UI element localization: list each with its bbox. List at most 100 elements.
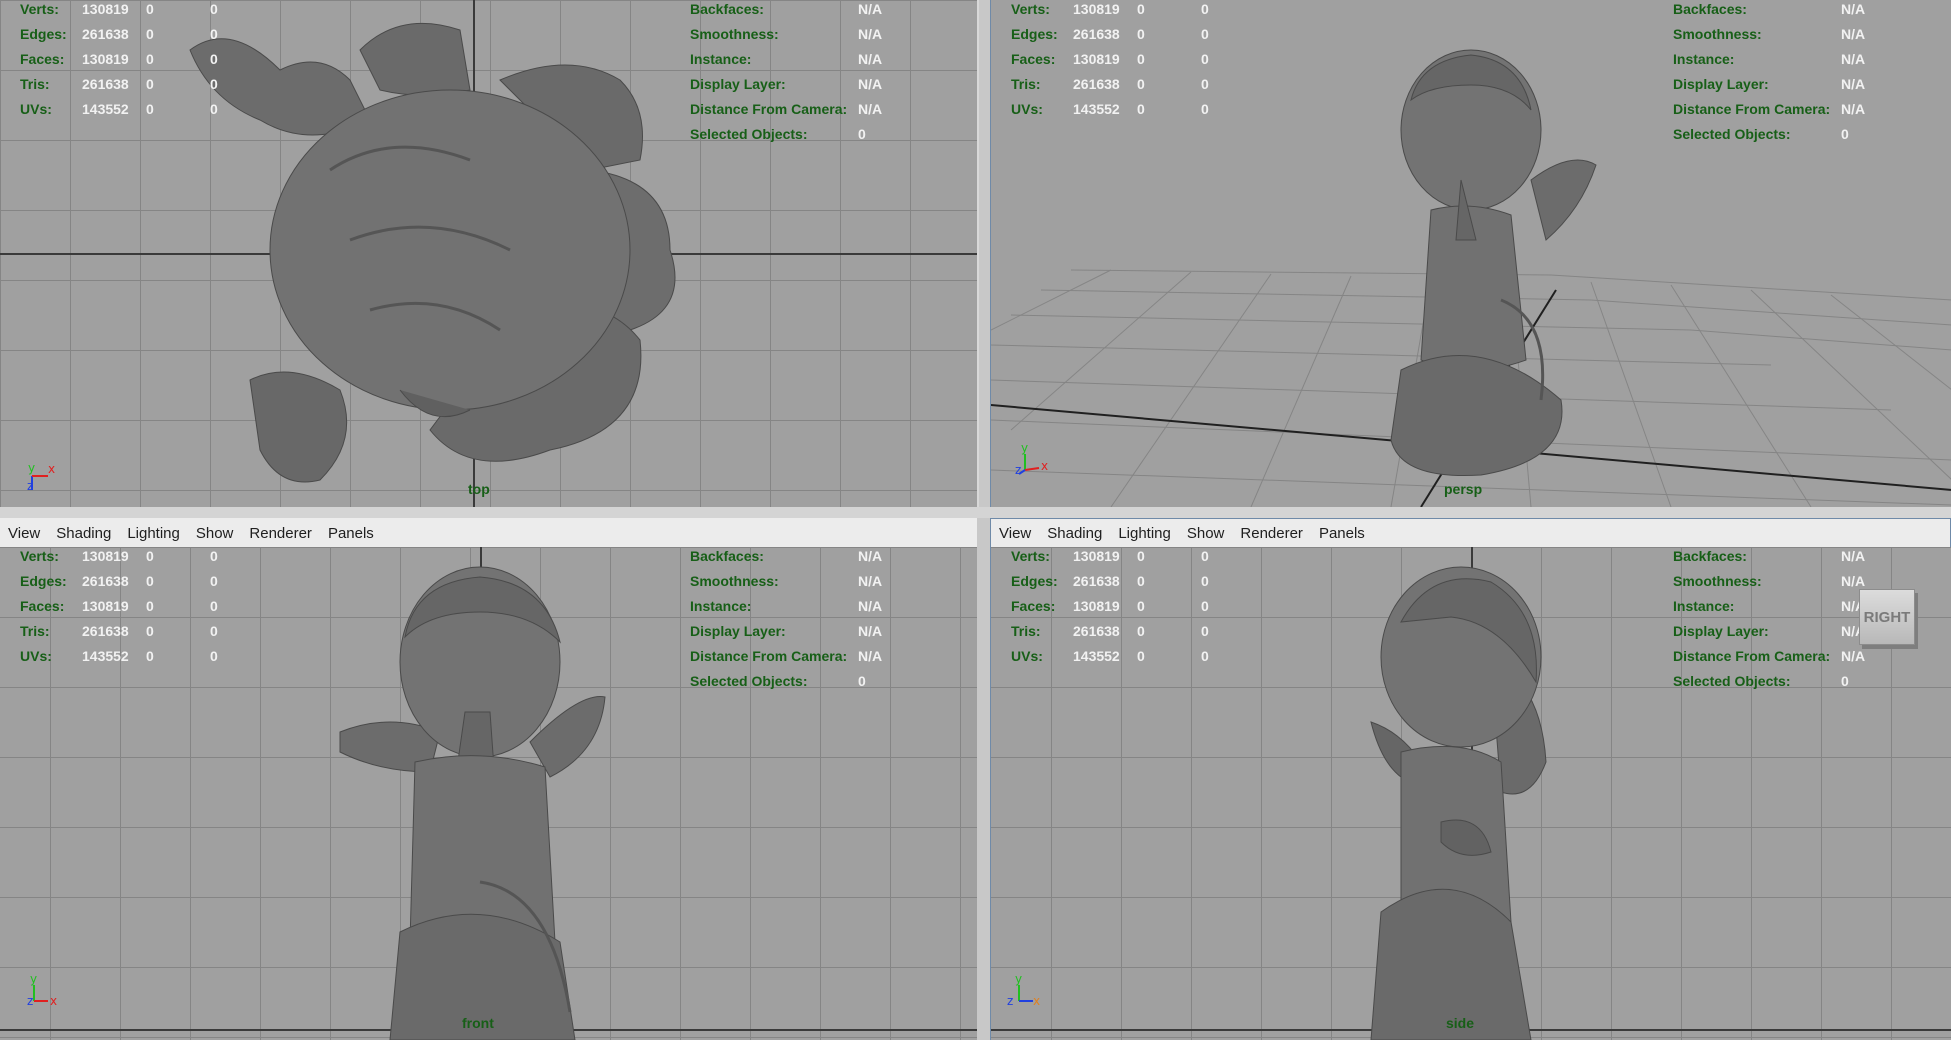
hud-stat-value: 261638 [82,573,129,589]
hud-info-row: Backfaces: N/A [690,547,882,569]
hud-stat-value: 0 [1137,648,1145,664]
hud-info-label: Instance: [690,51,752,67]
poly-count-hud: Verts: 130819 0 0 Edges: 261638 0 0 Faces: 130819… [1011,0,1263,122]
hud-stat-row: Verts: 130819 0 0 [20,547,272,569]
hud-info-value: N/A [858,26,883,42]
svg-text:x: x [1033,994,1040,1008]
hud-stat-value: 0 [1137,1,1145,17]
menu-show[interactable]: Show [188,525,242,542]
menu-renderer[interactable]: Renderer [1232,525,1311,542]
hud-info-row: Display Layer: N/A [1673,72,1865,97]
viewport-front[interactable]: Verts: 130819 0 0 Edges: 261638 0 0 Faces: 130819… [0,547,977,1040]
svg-text:x: x [50,994,57,1008]
axis-indicator-front: y x z [27,972,57,1008]
hud-stat-label: Edges: [1011,573,1058,589]
hud-stat-value: 0 [146,51,154,67]
hud-stat-label: UVs: [1011,648,1043,664]
hud-info-value: N/A [1841,51,1866,67]
hud-stat-row: Verts: 130819 0 0 [20,0,272,22]
hud-stat-value: 0 [1201,548,1209,564]
camera-label-side: side [1446,1015,1475,1031]
hud-stat-row: Verts: 130819 0 0 [1011,547,1263,569]
hud-stat-row: Faces: 130819 0 0 [20,47,272,72]
hud-stat-label: Faces: [20,51,65,67]
camera-label-front: front [462,1015,494,1031]
hud-stat-value: 0 [1201,51,1209,67]
hud-stat-value: 130819 [82,51,129,67]
hud-info-row: Distance From Camera: N/A [1673,97,1865,122]
hud-stat-label: Edges: [20,26,67,42]
hud-info-label: Display Layer: [690,76,786,92]
hud-stat-value: 0 [210,623,218,639]
view-cube[interactable]: RIGHT [1859,589,1915,645]
hud-info-row: Instance: N/A [690,594,882,619]
viewport-persp[interactable]: Verts: 130819 0 0 Edges: 261638 0 0 Faces: 130819… [990,0,1951,507]
menu-lighting[interactable]: Lighting [119,525,188,542]
hud-stat-label: Faces: [1011,51,1056,67]
menu-shading[interactable]: Shading [48,525,119,542]
hud-info-label: Selected Objects: [690,673,808,689]
hud-info-value: 0 [858,126,866,142]
hud-info-value: N/A [858,598,883,614]
hud-stat-value: 0 [1201,598,1209,614]
hud-stat-label: Verts: [20,1,59,17]
menu-shading[interactable]: Shading [1039,525,1110,542]
hud-stat-row: UVs: 143552 0 0 [1011,97,1263,122]
hud-stat-row: Edges: 261638 0 0 [1011,569,1263,594]
hud-info-value: N/A [1841,26,1866,42]
hud-stat-row: Verts: 130819 0 0 [1011,0,1263,22]
hud-stat-label: Verts: [20,548,59,564]
svg-text:y: y [1015,972,1022,986]
model-side-view [1370,566,1547,1040]
hud-stat-label: Tris: [20,623,50,639]
hud-info-row: Distance From Camera: N/A [690,644,882,669]
hud-stat-value: 0 [210,648,218,664]
hud-info-label: Display Layer: [690,623,786,639]
poly-count-hud: Verts: 130819 0 0 Edges: 261638 0 0 Faces: 130819… [20,0,272,122]
menu-renderer[interactable]: Renderer [241,525,320,542]
hud-info-row: Display Layer: N/A [690,72,882,97]
hud-stat-value: 0 [1201,573,1209,589]
hud-stat-value: 0 [1201,26,1209,42]
hud-stat-value: 0 [1201,101,1209,117]
hud-stat-value: 0 [210,76,218,92]
hud-info-label: Instance: [690,598,752,614]
hud-stat-label: UVs: [20,648,52,664]
hud-info-label: Smoothness: [690,573,779,589]
hud-stat-row: Faces: 130819 0 0 [1011,594,1263,619]
hud-info-value: N/A [1841,648,1866,664]
menu-show[interactable]: Show [1179,525,1233,542]
hud-info-label: Smoothness: [1673,26,1762,42]
hud-stat-row: UVs: 143552 0 0 [1011,644,1263,669]
hud-stat-row: UVs: 143552 0 0 [20,97,272,122]
hud-stat-value: 0 [146,548,154,564]
object-info-hud: Backfaces: N/A Smoothness: N/A Instance: N/A D… [1673,0,1865,147]
hud-stat-label: Verts: [1011,548,1050,564]
hud-info-value: 0 [858,673,866,689]
svg-text:z: z [27,479,33,493]
hud-stat-value: 0 [146,648,154,664]
svg-text:y: y [1021,441,1028,455]
hud-stat-value: 261638 [82,26,129,42]
hud-stat-row: Tris: 261638 0 0 [20,619,272,644]
hud-info-row: Selected Objects: 0 [690,122,882,147]
menu-view[interactable]: View [0,525,48,542]
hud-info-value: N/A [858,101,883,117]
hud-stat-value: 0 [1201,1,1209,17]
hud-stat-value: 130819 [1073,1,1120,17]
hud-stat-label: UVs: [1011,101,1043,117]
hud-stat-value: 0 [146,1,154,17]
hud-info-label: Distance From Camera: [690,648,848,664]
axis-indicator-top: y x z [27,461,55,493]
model-persp-view [1390,49,1597,477]
hud-stat-label: Edges: [20,573,67,589]
viewport-top[interactable]: Verts: 130819 0 0 Edges: 261638 0 0 Faces: 130819… [0,0,979,507]
menu-lighting[interactable]: Lighting [1110,525,1179,542]
hud-stat-value: 261638 [1073,573,1120,589]
hud-stat-value: 0 [210,573,218,589]
menu-panels[interactable]: Panels [1311,525,1373,542]
menu-panels[interactable]: Panels [320,525,382,542]
hud-stat-label: Faces: [20,598,65,614]
menu-view[interactable]: View [991,525,1039,542]
viewport-side[interactable]: Verts: 130819 0 0 Edges: 261638 0 0 Faces: 130819… [990,547,1951,1040]
